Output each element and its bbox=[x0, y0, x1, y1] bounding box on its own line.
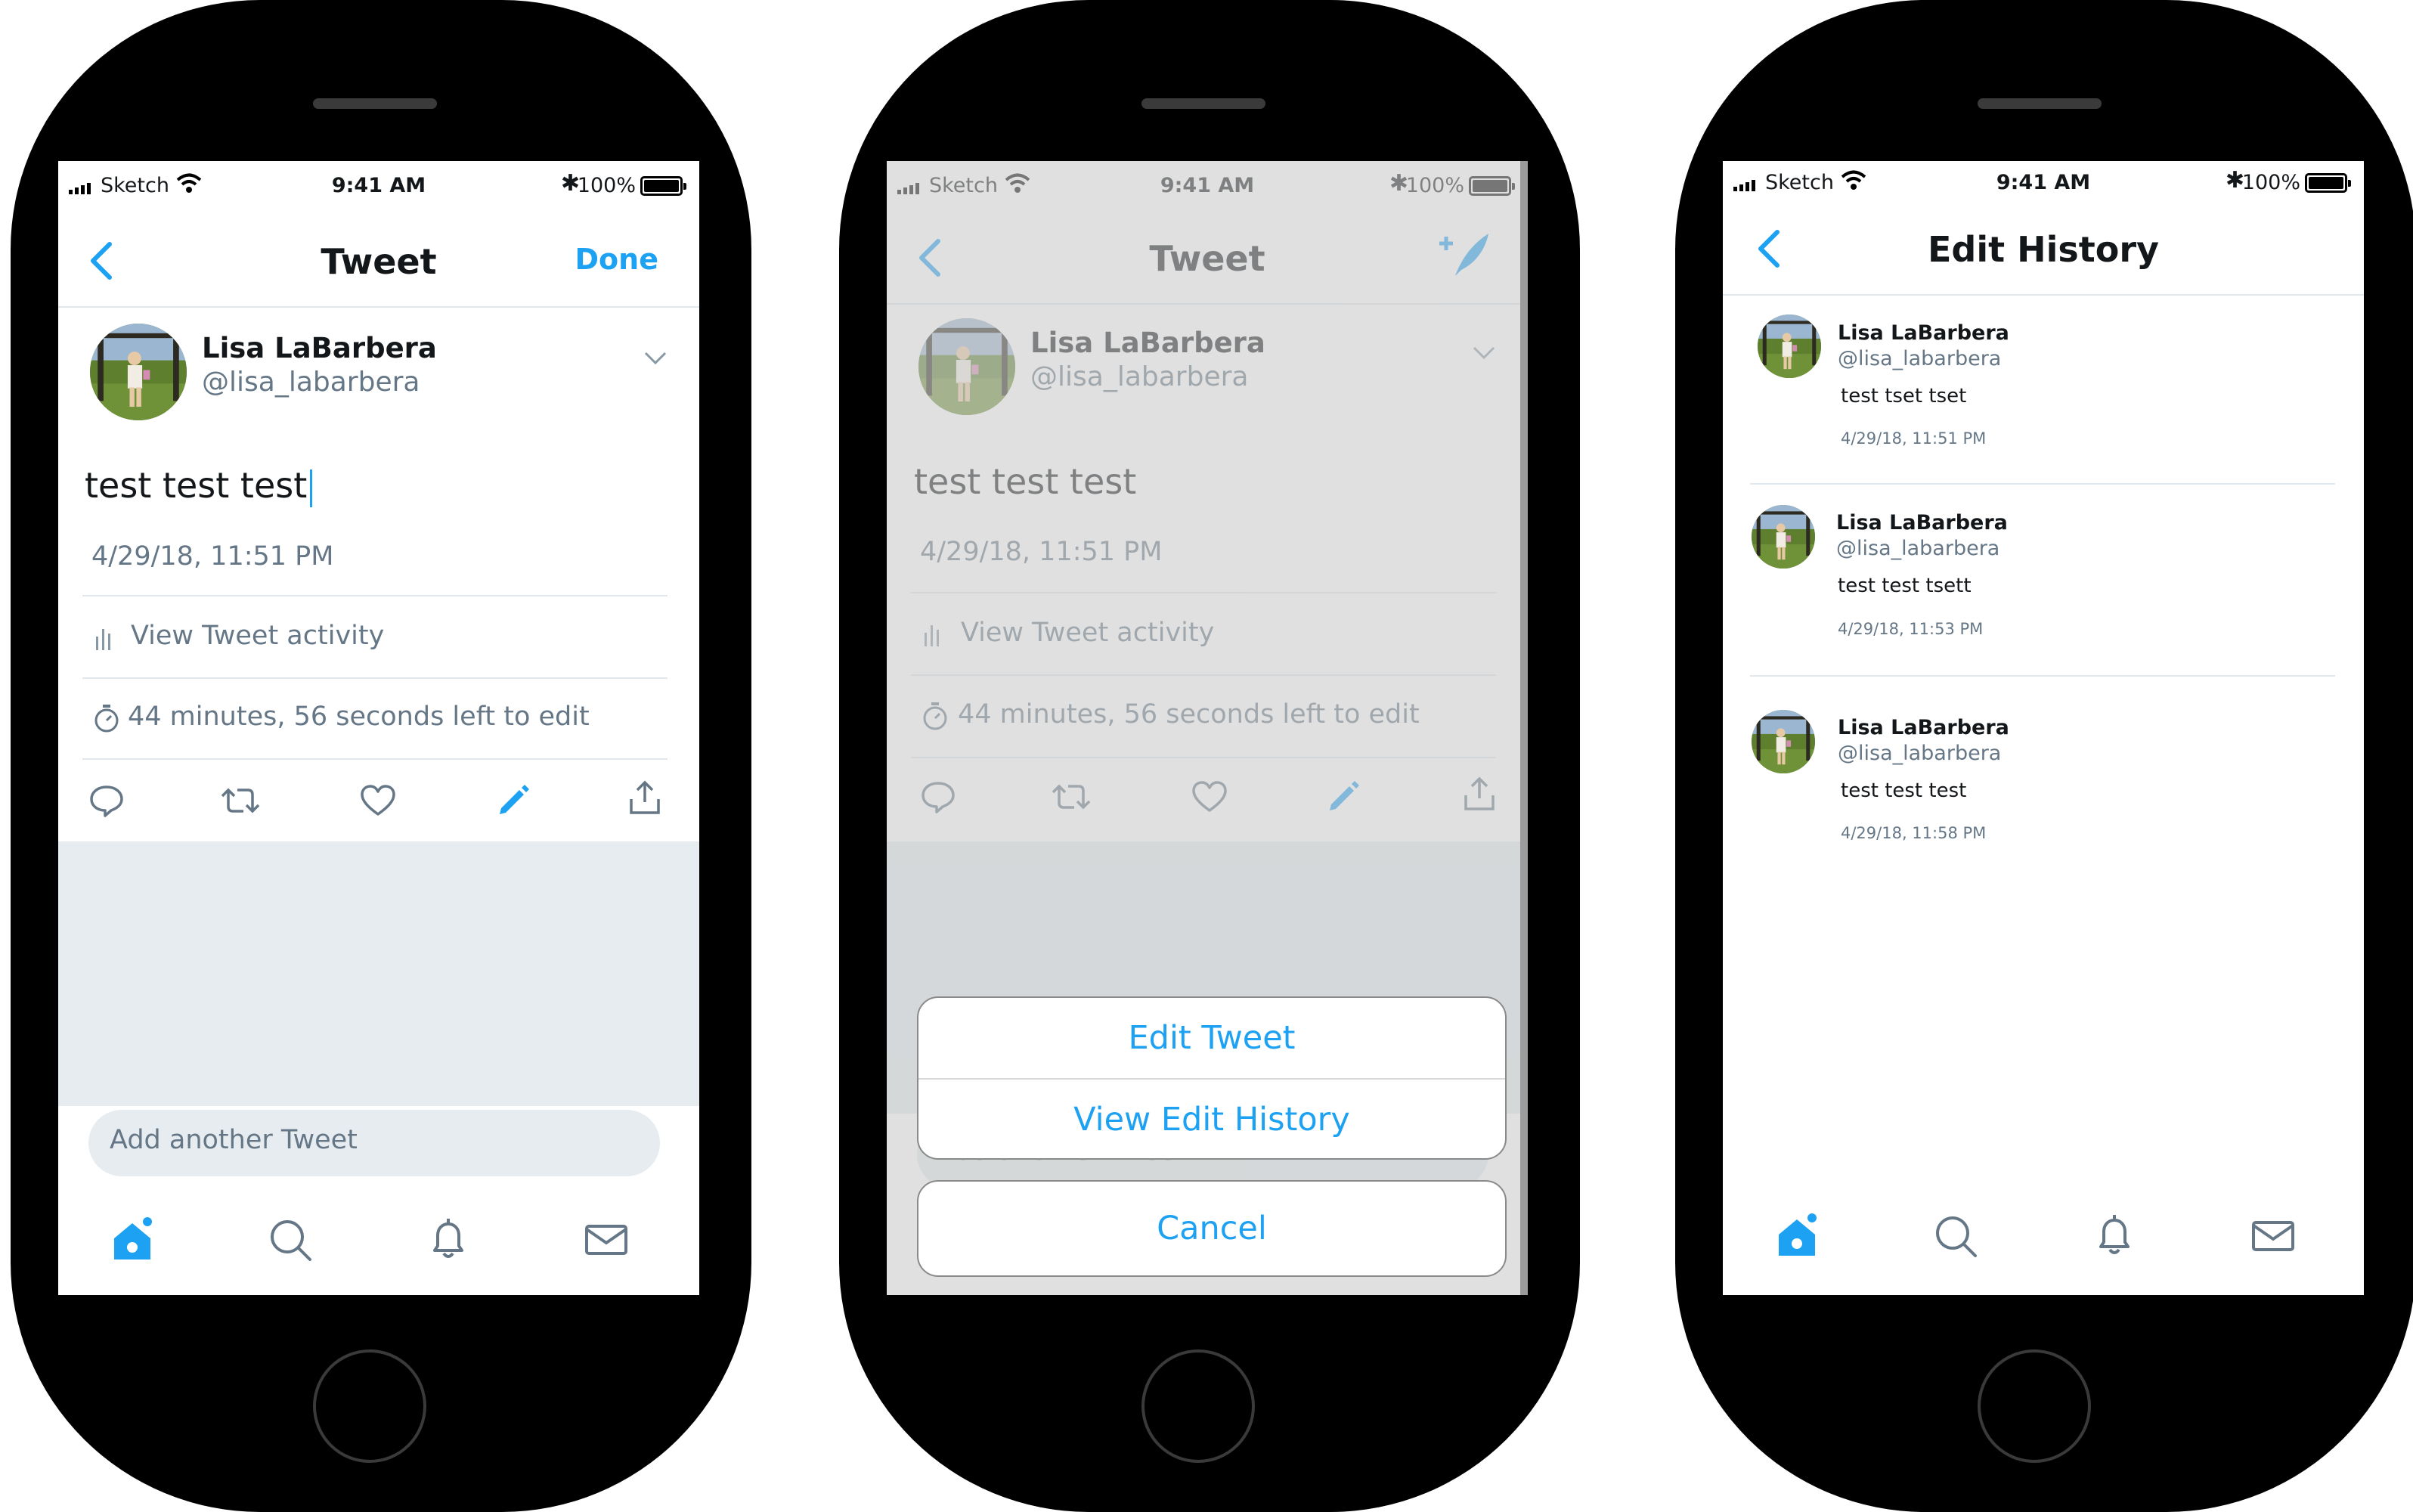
entry-author-name: Lisa LaBarbera bbox=[1838, 321, 2009, 345]
entry-author-handle: @lisa_labarbera bbox=[1838, 742, 2002, 765]
tweet-text[interactable]: test test test bbox=[85, 465, 313, 507]
entry-author-handle: @lisa_labarbera bbox=[1836, 537, 2000, 560]
done-button[interactable]: Done bbox=[575, 243, 658, 276]
entry-text: test test test bbox=[1841, 779, 1967, 802]
search-icon[interactable] bbox=[266, 1216, 314, 1264]
entry-author-name: Lisa LaBarbera bbox=[1836, 511, 2008, 534]
entry-timestamp: 4/29/18, 11:51 PM bbox=[1841, 429, 1987, 448]
speaker-grille bbox=[1978, 98, 2102, 109]
search-icon[interactable] bbox=[1931, 1212, 1980, 1260]
edit-icon[interactable] bbox=[495, 781, 531, 817]
speaker-grille bbox=[313, 98, 437, 109]
timer-icon bbox=[93, 703, 120, 733]
activity-bars-icon bbox=[94, 626, 113, 650]
entry-text: test tset tset bbox=[1841, 385, 1967, 407]
activity-label: View Tweet activity bbox=[131, 621, 385, 651]
avatar bbox=[1752, 505, 1815, 569]
cancel-sheet: Cancel bbox=[917, 1180, 1507, 1277]
screen: Sketch 9:41 AM ✱ 100% Tweet Done Lisa La… bbox=[58, 161, 699, 1295]
reply-icon[interactable] bbox=[88, 782, 125, 819]
cancel-button[interactable]: Cancel bbox=[918, 1182, 1505, 1275]
phone-action-sheet: Sketch 9:41 AM ✱ 100% Tweet Lisa LaBarbe… bbox=[839, 0, 1580, 1512]
action-sheet: Edit Tweet View Edit History bbox=[917, 996, 1507, 1160]
divider bbox=[82, 758, 668, 760]
status-bar: Sketch 9:41 AM ✱ 100% bbox=[58, 161, 699, 214]
home-icon[interactable] bbox=[108, 1216, 156, 1264]
edit-time-remaining: 44 minutes, 56 seconds left to edit bbox=[128, 702, 590, 732]
add-another-tweet-input[interactable]: Add another Tweet bbox=[88, 1110, 660, 1176]
chevron-down-icon[interactable] bbox=[644, 352, 667, 365]
entry-author-handle: @lisa_labarbera bbox=[1838, 347, 2002, 370]
like-icon[interactable] bbox=[360, 784, 396, 817]
tweet-text-value: test test test bbox=[85, 465, 308, 506]
messages-icon[interactable] bbox=[2249, 1212, 2297, 1260]
view-edit-history-button[interactable]: View Edit History bbox=[918, 1078, 1505, 1158]
screen: Sketch 9:41 AM ✱ 100% Edit History Lisa … bbox=[1723, 161, 2364, 1295]
notifications-icon[interactable] bbox=[2090, 1212, 2139, 1260]
divider bbox=[1750, 483, 2335, 485]
view-activity-row[interactable]: View Tweet activity bbox=[82, 598, 668, 677]
battery-percent: 100% bbox=[577, 174, 636, 197]
battery-icon bbox=[2305, 173, 2351, 193]
divider bbox=[1750, 675, 2335, 677]
avatar[interactable] bbox=[90, 324, 187, 420]
screen: Sketch 9:41 AM ✱ 100% Tweet Lisa LaBarbe… bbox=[887, 161, 1528, 1295]
entry-text: test test tsett bbox=[1838, 575, 1972, 597]
entry-timestamp: 4/29/18, 11:53 PM bbox=[1838, 620, 1984, 638]
scrollbar-edge bbox=[1520, 161, 1528, 1295]
home-button[interactable] bbox=[1141, 1349, 1255, 1463]
author-name[interactable]: Lisa LaBarbera bbox=[202, 332, 437, 364]
author-handle[interactable]: @lisa_labarbera bbox=[202, 367, 420, 398]
phone-edit-history: Sketch 9:41 AM ✱ 100% Edit History Lisa … bbox=[1675, 0, 2413, 1512]
share-icon[interactable] bbox=[627, 779, 663, 816]
home-button[interactable] bbox=[1978, 1349, 2091, 1463]
nav-bar: Edit History bbox=[1723, 206, 2364, 296]
battery-percent: 100% bbox=[2241, 171, 2300, 194]
entry-timestamp: 4/29/18, 11:58 PM bbox=[1841, 824, 1987, 842]
battery-icon bbox=[640, 176, 686, 196]
text-cursor bbox=[310, 469, 313, 507]
notifications-icon[interactable] bbox=[424, 1216, 472, 1264]
edit-timer-row: 44 minutes, 56 seconds left to edit bbox=[82, 680, 668, 758]
edit-tweet-button[interactable]: Edit Tweet bbox=[918, 998, 1505, 1078]
home-button[interactable] bbox=[313, 1349, 426, 1463]
speaker-grille bbox=[1141, 98, 1265, 109]
divider bbox=[82, 677, 668, 679]
phone-tweet-detail: Sketch 9:41 AM ✱ 100% Tweet Done Lisa La… bbox=[11, 0, 751, 1512]
avatar bbox=[1752, 710, 1815, 773]
divider bbox=[82, 595, 668, 596]
nav-title: Edit History bbox=[1927, 229, 2160, 270]
entry-author-name: Lisa LaBarbera bbox=[1838, 716, 2009, 739]
nav-bar: Tweet Done bbox=[58, 214, 699, 308]
tweet-timestamp: 4/29/18, 11:51 PM bbox=[91, 541, 334, 572]
messages-icon[interactable] bbox=[582, 1216, 630, 1264]
avatar bbox=[1758, 314, 1821, 378]
home-icon[interactable] bbox=[1773, 1212, 1821, 1260]
retweet-icon[interactable] bbox=[219, 782, 262, 819]
compose-area bbox=[58, 841, 699, 1106]
